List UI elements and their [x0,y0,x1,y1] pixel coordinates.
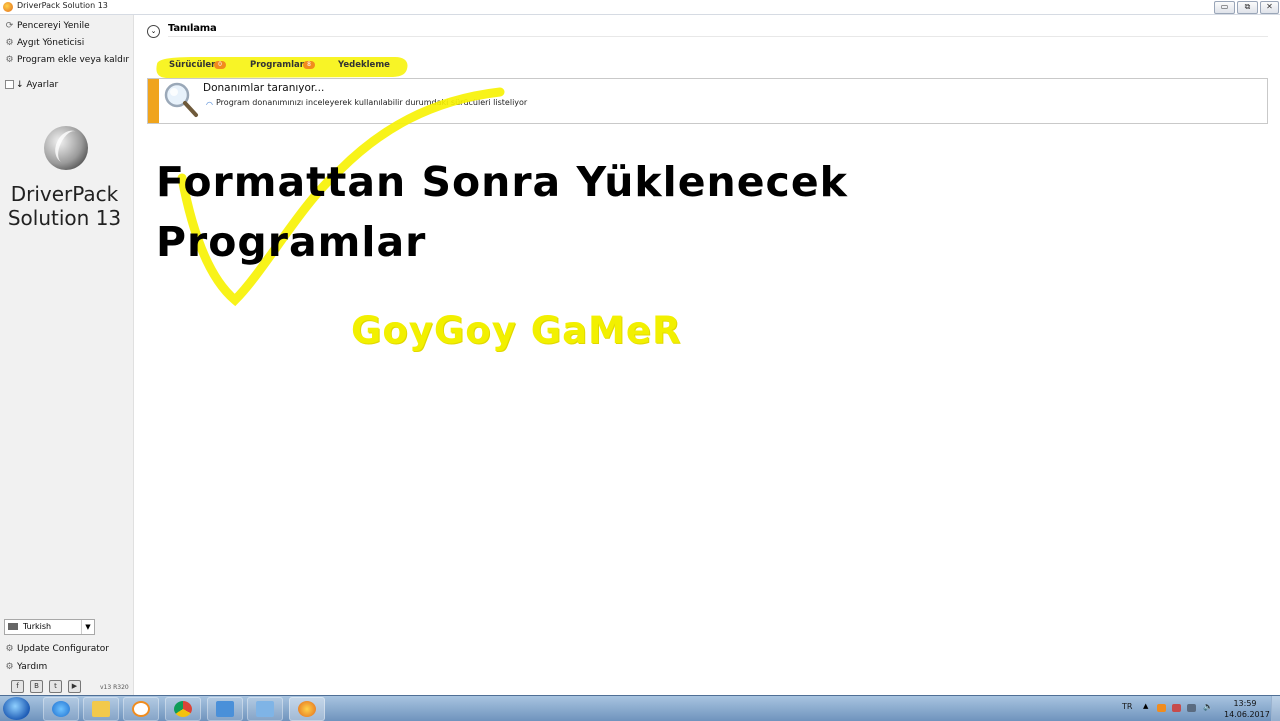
driverpack-glyph [298,701,316,717]
tab-drivers[interactable]: Sürücüler [169,60,215,70]
version-label: v13 R320 [100,684,129,691]
tab-badge: 8 [303,61,315,69]
overlay-title-line-2: Programlar [156,218,427,266]
monitor-glyph [216,701,234,717]
action-center-icon[interactable] [1172,704,1181,712]
media-player-icon[interactable] [123,697,159,721]
overlay-title-line-1: Formattan Sonra Yüklenecek [156,158,848,206]
show-desktop-button[interactable] [1271,696,1280,721]
title-bar: DriverPack Solution 13 ▭ ⧉ ✕ [0,0,1280,15]
magnifier-icon [164,82,198,117]
tab-label: Yedekleme [338,60,390,70]
help-icon: ⚙ [5,662,14,672]
taskbar: TR ▲ 🔈 13:59 14.06.2017 [0,695,1280,721]
tab-label: Programlar [250,60,304,70]
chrome-glyph [174,701,192,717]
collapse-toggle-icon[interactable]: ⌄ [147,25,160,38]
sidebar-item-label: Yardım [17,662,48,672]
programs-icon: ⚙ [5,55,14,65]
sidebar-item-label: Program ekle veya kaldır [17,55,130,65]
blog-icon[interactable]: B [30,680,43,693]
sidebar-item-label: Update Configurator [17,644,109,654]
volume-icon[interactable]: 🔈 [1203,702,1213,711]
language-select[interactable]: Turkish ▼ [4,619,95,635]
internet-explorer-icon[interactable] [43,697,79,721]
scan-heading: Donanımlar taranıyor... [203,82,325,94]
sidebar-item-add-remove-programs[interactable]: ⚙ Program ekle veya kaldır [5,55,129,65]
minimize-button[interactable]: ▭ [1214,1,1235,14]
network-tray-icon[interactable] [1187,704,1196,712]
settings-checkbox[interactable] [5,80,14,89]
overlay-signature: GoyGoy GaMeR [351,309,682,352]
logo-line-1: DriverPack [10,182,119,206]
section-divider [168,36,1268,37]
window-title: DriverPack Solution 13 [17,1,108,10]
clock-time: 13:59 [1233,699,1257,708]
tab-label: Sürücüler [169,60,216,70]
twitter-icon[interactable]: t [49,680,62,693]
scan-status-panel: Donanımlar taranıyor... ◠ Program donanı… [147,78,1268,124]
sidebar-item-device-manager[interactable]: ⚙ Aygıt Yöneticisi [5,38,84,48]
tray-app-icon[interactable] [1157,704,1166,712]
settings-label: ↓ Ayarlar [16,80,59,90]
folder-glyph [92,701,110,717]
maximize-button[interactable]: ⧉ [1237,1,1258,14]
network-icon[interactable] [207,697,243,721]
chevron-down-icon: ▼ [81,620,94,634]
language-flag-icon [8,623,18,630]
play-glyph [132,701,150,717]
section-title: Tanılama [168,23,217,34]
status-stripe [148,79,159,123]
scan-description: Program donanımınızı inceleyerek kullanı… [216,98,528,107]
gear-icon: ⚙ [5,38,14,48]
window-glyph [256,701,274,717]
tab-backup[interactable]: Yedekleme [338,60,390,70]
file-explorer-icon[interactable] [83,697,119,721]
driverpack-logo-icon [44,126,88,170]
keyboard-language[interactable]: TR [1122,702,1132,711]
help-link[interactable]: ⚙ Yardım [5,662,47,672]
refresh-icon: ⟳ [5,21,14,31]
sidebar-item-refresh[interactable]: ⟳ Pencereyi Yenile [5,21,90,31]
sidebar-item-label: Aygıt Yöneticisi [17,38,85,48]
app-window-icon[interactable] [247,697,283,721]
sidebar: ⟳ Pencereyi Yenile ⚙ Aygıt Yöneticisi ⚙ Pro… [0,15,134,695]
ie-glyph [52,701,70,717]
youtube-icon[interactable]: ▶ [68,680,81,693]
facebook-icon[interactable]: f [11,680,24,693]
tab-programs[interactable]: Programlar [250,60,304,70]
sidebar-item-label: Pencereyi Yenile [17,21,90,31]
logo-line-2: Solution 13 [7,206,122,230]
taskbar-clock[interactable]: 13:59 14.06.2017 [1224,698,1270,720]
start-button-icon[interactable] [3,697,30,720]
tab-badge: 0 [214,61,226,69]
chrome-icon[interactable] [165,697,201,721]
language-value: Turkish [23,622,52,631]
clock-date: 14.06.2017 [1224,710,1270,719]
update-configurator-link[interactable]: ⚙ Update Configurator [5,644,109,654]
app-logo-icon [3,2,13,12]
loading-spinner-icon: ◠ [206,100,213,109]
gear-icon: ⚙ [5,644,14,654]
tray-expand-icon[interactable]: ▲ [1143,702,1152,710]
settings-toggle[interactable]: ↓ Ayarlar [5,80,58,90]
driverpack-taskbar-icon[interactable] [289,697,325,721]
close-button[interactable]: ✕ [1260,1,1279,14]
